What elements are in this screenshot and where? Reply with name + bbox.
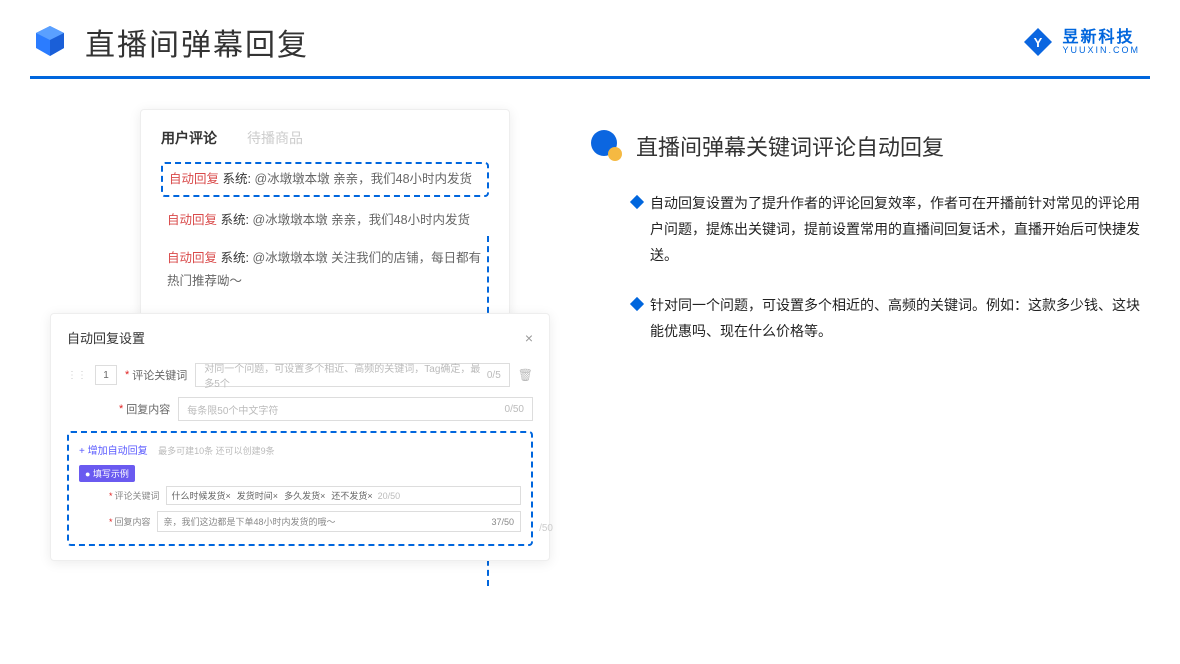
bullet-1-text: 自动回复设置为了提升作者的评论回复效率，作者可在开播前针对常见的评论用户问题，提… (650, 191, 1140, 269)
auto-reply-label: 自动回复 (167, 251, 217, 265)
ex-content-box[interactable]: 亲，我们这边都是下单48小时内发货的哦～ 37/50 (157, 511, 521, 532)
auto-reply-label: 自动回复 (167, 213, 217, 227)
ex-content-label: *回复内容 (109, 515, 151, 528)
logo-en: YUUXIN.COM (1062, 46, 1140, 55)
comment-body: @冰墩墩本墩 亲亲，我们48小时内发货 (254, 172, 472, 186)
content-row: *回复内容 每条限50个中文字符 0/50 (67, 397, 533, 421)
header-left: 直播间弹幕回复 (30, 20, 309, 64)
logo-text: 昱新科技 YUUXIN.COM (1062, 30, 1140, 55)
content-placeholder: 每条限50个中文字符 (187, 402, 278, 417)
right-column: 直播间弹幕关键词评论自动回复 自动回复设置为了提升作者的评论回复效率，作者可在开… (590, 109, 1140, 561)
tab-products[interactable]: 待播商品 (247, 128, 303, 148)
diamond-bullet-icon (630, 297, 644, 311)
keyword-label: *评论关键词 (125, 367, 187, 383)
bullet-2: 针对同一个问题，可设置多个相近的、高频的关键词。例如：这款多少钱、这块能优惠吗、… (632, 293, 1140, 345)
keyword-input[interactable]: 对同一个问题，可设置多个相近、高频的关键词，Tag确定，最多5个 0/5 (195, 363, 509, 387)
system-label: 系统: (223, 172, 251, 186)
card1-tabs: 用户评论 待播商品 (161, 128, 489, 148)
comment-row: 自动回复 系统: @冰墩墩本墩 关注我们的店铺，每日都有热门推荐呦～ (161, 243, 489, 296)
example-keyword-row: *评论关键词 什么时候发货× 发货时间× 多久发货× 还不发货× 20/50 (79, 486, 521, 505)
ex-content-counter: 37/50 (491, 517, 514, 527)
comments-card: 用户评论 待播商品 自动回复 系统: @冰墩墩本墩 亲亲，我们48小时内发货 自… (140, 109, 510, 323)
settings-header: 自动回复设置 × (67, 328, 533, 347)
page-header: 直播间弹幕回复 Y 昱新科技 YUUXIN.COM (0, 0, 1180, 64)
drag-handle-icon[interactable]: ⋮⋮ (67, 370, 87, 381)
chat-bubble-icon (590, 129, 624, 163)
tag-item[interactable]: 还不发货× (331, 489, 372, 502)
delete-icon[interactable]: 🗑 (518, 368, 533, 382)
content-label: *回复内容 (119, 401, 170, 417)
svg-text:Y: Y (1034, 35, 1043, 50)
brand-logo: Y 昱新科技 YUUXIN.COM (1022, 26, 1140, 58)
example-content-row: *回复内容 亲，我们这边都是下单48小时内发货的哦～ 37/50 (79, 511, 521, 532)
keyword-placeholder: 对同一个问题，可设置多个相近、高频的关键词，Tag确定，最多5个 (204, 360, 487, 390)
content-input[interactable]: 每条限50个中文字符 0/50 (178, 397, 533, 421)
auto-reply-label: 自动回复 (169, 172, 219, 186)
tab-comments[interactable]: 用户评论 (161, 128, 217, 148)
system-label: 系统: (221, 251, 249, 265)
comment-row: 自动回复 系统: @冰墩墩本墩 亲亲，我们48小时内发货 (161, 205, 489, 236)
content-counter: 0/50 (505, 404, 524, 415)
comment-body: @冰墩墩本墩 亲亲，我们48小时内发货 (252, 213, 470, 227)
diamond-bullet-icon (630, 195, 644, 209)
keyword-counter: 0/5 (487, 370, 501, 381)
ex-keyword-counter: 20/50 (378, 491, 401, 501)
right-heading: 直播间弹幕关键词评论自动回复 (590, 129, 1140, 163)
add-note: 最多可建10条 还可以创建9条 (158, 446, 275, 456)
close-icon[interactable]: × (525, 330, 533, 346)
order-number: 1 (95, 365, 117, 385)
content-area: 用户评论 待播商品 自动回复 系统: @冰墩墩本墩 亲亲，我们48小时内发货 自… (0, 79, 1180, 561)
example-section: + 增加自动回复 最多可建10条 还可以创建9条 ● 填写示例 *评论关键词 什… (67, 431, 533, 546)
tag-item[interactable]: 发货时间× (237, 489, 278, 502)
system-label: 系统: (221, 213, 249, 227)
left-column: 用户评论 待播商品 自动回复 系统: @冰墩墩本墩 亲亲，我们48小时内发货 自… (50, 109, 550, 561)
comment-row-highlighted: 自动回复 系统: @冰墩墩本墩 亲亲，我们48小时内发货 (161, 162, 489, 197)
keyword-row: ⋮⋮ 1 *评论关键词 对同一个问题，可设置多个相近、高频的关键词，Tag确定，… (67, 363, 533, 387)
tag-item[interactable]: 什么时候发货× (172, 489, 231, 502)
page-title: 直播间弹幕回复 (85, 20, 309, 64)
tag-item[interactable]: 多久发货× (284, 489, 325, 502)
right-title: 直播间弹幕关键词评论自动回复 (636, 130, 944, 162)
settings-title: 自动回复设置 (67, 328, 145, 347)
ex-content-text: 亲，我们这边都是下单48小时内发货的哦～ (164, 515, 336, 528)
example-badge: ● 填写示例 (79, 465, 135, 482)
cube-icon (30, 22, 70, 62)
ex-keyword-label: *评论关键词 (109, 489, 160, 502)
settings-card: 自动回复设置 × ⋮⋮ 1 *评论关键词 对同一个问题，可设置多个相近、高频的关… (50, 313, 550, 561)
logo-cn: 昱新科技 (1062, 30, 1140, 46)
bullet-2-text: 针对同一个问题，可设置多个相近的、高频的关键词。例如：这款多少钱、这块能优惠吗、… (650, 293, 1140, 345)
logo-diamond-icon: Y (1022, 26, 1054, 58)
bullet-1: 自动回复设置为了提升作者的评论回复效率，作者可在开播前针对常见的评论用户问题，提… (632, 191, 1140, 269)
faded-counter: /50 (539, 523, 553, 534)
add-autoreply-link[interactable]: + 增加自动回复 (79, 446, 148, 457)
ex-keyword-tags[interactable]: 什么时候发货× 发货时间× 多久发货× 还不发货× 20/50 (166, 486, 521, 505)
